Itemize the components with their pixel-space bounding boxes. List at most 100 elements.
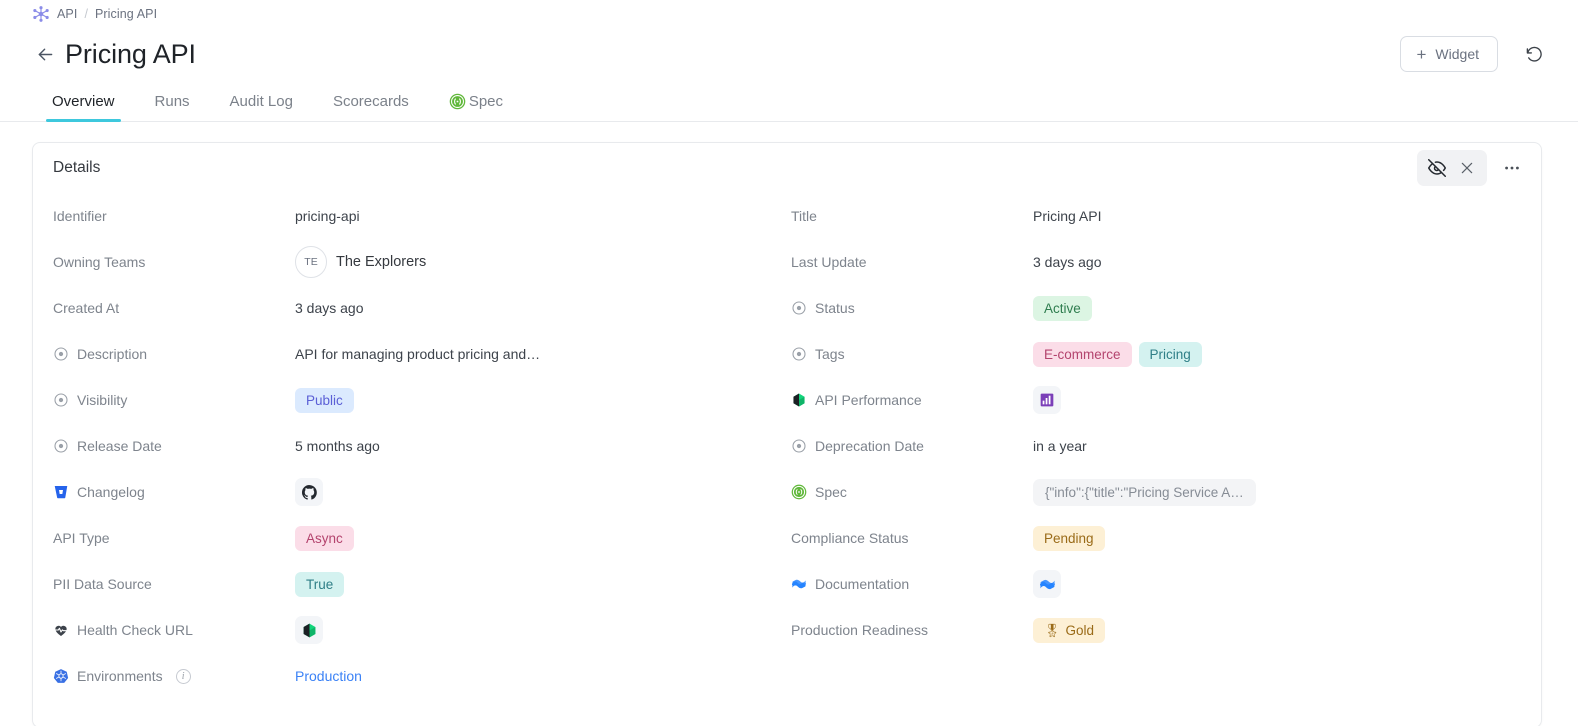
tab-overview[interactable]: Overview (32, 81, 135, 122)
field-last-update: Last Update 3 days ago (771, 239, 1541, 285)
avatar: TE (295, 246, 327, 278)
status-badge: Async (295, 525, 354, 551)
tab-scorecards-label: Scorecards (332, 92, 409, 110)
more-horizontal-icon[interactable] (1497, 153, 1527, 183)
field-label: Tags (791, 346, 1033, 362)
plus-icon: + (1416, 44, 1427, 64)
field-value[interactable] (1033, 386, 1061, 414)
field-label: Visibility (53, 392, 295, 408)
field-value[interactable] (295, 478, 323, 506)
field-value: Active (1033, 295, 1092, 321)
field-label-text: Tags (815, 346, 845, 362)
tab-overview-label: Overview (52, 92, 115, 110)
field-label: Documentation (791, 576, 1033, 592)
field-label: Description (53, 346, 295, 362)
field-label-text: Deprecation Date (815, 438, 924, 454)
field-label: Health Check URL (53, 622, 295, 638)
field-label-text: Documentation (815, 576, 910, 592)
breadcrumb: API / Pricing API (0, 0, 1578, 24)
tag-list: E-commerce Pricing (1033, 341, 1202, 367)
field-value[interactable]: Production (295, 668, 362, 684)
field-value[interactable]: {"info":{"title":"Pricing Service A… (1033, 478, 1256, 506)
status-badge: Public (295, 387, 354, 413)
field-value[interactable] (1033, 570, 1061, 598)
field-value: 5 months ago (295, 438, 380, 454)
tab-audit-log-label: Audit Log (229, 92, 293, 110)
field-label: Status (791, 300, 1033, 316)
field-label-text: Production Readiness (791, 622, 928, 638)
field-label: API Type (53, 530, 295, 546)
field-label: Title (791, 208, 1033, 224)
breadcrumb-item-api[interactable]: API (57, 7, 77, 21)
field-production-readiness: Production Readiness 🎖 Gold (771, 607, 1541, 653)
node-cluster-icon (32, 5, 50, 23)
cube-green-icon (295, 616, 323, 644)
field-value: 3 days ago (1033, 254, 1102, 270)
refresh-icon[interactable] (1518, 38, 1550, 70)
tab-scorecards[interactable]: Scorecards (313, 81, 429, 121)
tab-runs-label: Runs (154, 92, 190, 110)
target-icon (53, 346, 69, 362)
field-value[interactable] (295, 616, 323, 644)
close-icon[interactable] (1454, 155, 1480, 181)
field-label: Created At (53, 300, 295, 316)
target-icon (791, 300, 807, 316)
swagger-icon (791, 484, 807, 500)
status-badge-label: Gold (1065, 622, 1095, 638)
field-label: PII Data Source (53, 576, 295, 592)
field-label-text: Release Date (77, 438, 162, 454)
field-value: E-commerce Pricing (1033, 341, 1202, 367)
field-value: True (295, 571, 345, 597)
tab-spec[interactable]: Spec (429, 81, 523, 121)
field-created-at: Created At 3 days ago (33, 285, 771, 331)
details-card: Details Identifier pricing-api Owning Te… (32, 142, 1542, 726)
confluence-icon (791, 576, 807, 592)
field-value: 🎖 Gold (1033, 617, 1106, 643)
eye-off-icon[interactable] (1424, 155, 1450, 181)
field-label-text: Health Check URL (77, 622, 193, 638)
confluence-icon (1033, 570, 1061, 598)
field-release-date: Release Date 5 months ago (33, 423, 771, 469)
spec-preview-badge: {"info":{"title":"Pricing Service A… (1033, 478, 1256, 506)
field-label-text: Spec (815, 484, 847, 500)
heart-pulse-icon (53, 622, 69, 638)
field-status: Status Active (771, 285, 1541, 331)
grafana-purple-icon (1033, 386, 1061, 414)
field-value: Public (295, 387, 354, 413)
field-label-text: Title (791, 208, 817, 224)
details-card-wrapper: Details Identifier pricing-api Owning Te… (0, 122, 1578, 726)
field-label-text: Changelog (77, 484, 145, 500)
field-compliance-status: Compliance Status Pending (771, 515, 1541, 561)
field-label-text: Owning Teams (53, 254, 146, 270)
arrow-left-icon[interactable] (32, 41, 58, 67)
field-label: Deprecation Date (791, 438, 1033, 454)
details-left-column: Identifier pricing-api Owning Teams TE T… (33, 193, 771, 699)
field-value: Pricing API (1033, 208, 1102, 224)
tab-bar: Overview Runs Audit Log Scorecards Spec (0, 82, 1578, 122)
field-label-text: Status (815, 300, 855, 316)
field-spec: Spec {"info":{"title":"Pricing Service A… (771, 469, 1541, 515)
field-value: 3 days ago (295, 300, 364, 316)
info-icon[interactable]: i (175, 668, 191, 684)
tag-badge: Pricing (1138, 341, 1202, 367)
field-label-text: Environments (77, 668, 163, 684)
target-icon (791, 346, 807, 362)
tab-spec-label: Spec (468, 92, 504, 110)
field-value: API for managing product pricing and… (295, 346, 541, 362)
target-icon (53, 392, 69, 408)
field-value[interactable]: TE The Explorers (295, 246, 426, 278)
field-title: Title Pricing API (771, 193, 1541, 239)
tab-audit-log[interactable]: Audit Log (210, 81, 313, 121)
details-card-header: Details (33, 143, 1541, 193)
swagger-icon (449, 93, 466, 110)
breadcrumb-item-current[interactable]: Pricing API (95, 7, 157, 21)
tab-runs[interactable]: Runs (135, 81, 210, 121)
field-label: Compliance Status (791, 530, 1033, 546)
field-deprecation-date: Deprecation Date in a year (771, 423, 1541, 469)
field-owning-teams: Owning Teams TE The Explorers (33, 239, 771, 285)
add-widget-button[interactable]: + Widget (1400, 36, 1498, 72)
field-description: Description API for managing product pri… (33, 331, 771, 377)
kubernetes-icon (53, 668, 69, 684)
field-label-text: Identifier (53, 208, 107, 224)
status-badge: 🎖 Gold (1033, 617, 1106, 643)
